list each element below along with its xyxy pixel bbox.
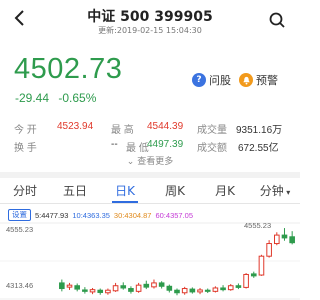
candle-body xyxy=(197,289,203,293)
candle-body xyxy=(266,243,272,257)
tab-five-day[interactable]: 五日 xyxy=(50,178,100,203)
top-bar: 中证 500 399905 更新:2019-02-15 15:04:30 xyxy=(0,0,300,44)
tab-intraday[interactable]: 分时 xyxy=(0,178,50,203)
change-value: -29.44 xyxy=(15,91,50,105)
low-label: 最 低 xyxy=(126,143,149,154)
ma10-value: 10:4363.35 xyxy=(72,210,110,220)
candle-body xyxy=(128,288,134,292)
turnover-label: 换 手 xyxy=(14,143,37,154)
candle-body xyxy=(274,234,280,245)
quote-stats: 今 开 4523.94 最 高 4544.39 成交量 9351.16万 换 手… xyxy=(14,121,300,157)
amount-value: 672.55亿 xyxy=(238,143,279,154)
amount-label: 成交额 xyxy=(197,143,227,154)
question-icon: ? xyxy=(192,73,206,87)
candle-body xyxy=(289,236,295,244)
candle-body xyxy=(105,289,111,294)
high-label: 最 高 xyxy=(111,125,134,136)
candle-body xyxy=(158,282,165,287)
tab-monthly-k[interactable]: 月K xyxy=(200,178,250,203)
alert-button[interactable]: 预警 xyxy=(239,72,278,88)
open-label: 今 开 xyxy=(14,125,37,136)
max-marker-label: 4555.23 xyxy=(244,222,271,230)
ask-stock-button[interactable]: ? 问股 xyxy=(192,72,231,88)
ask-stock-label: 问股 xyxy=(209,74,231,87)
ma30-value: 30:4304.87 xyxy=(113,210,152,220)
candle-body xyxy=(258,255,265,276)
volume-label: 成交量 xyxy=(197,125,227,136)
view-more-label: 查看更多 xyxy=(137,157,174,167)
candle-body xyxy=(281,234,288,239)
candle-body xyxy=(74,285,80,290)
candle-body xyxy=(120,285,127,289)
tab-minute[interactable]: 分钟 ▾ xyxy=(250,178,300,203)
candle-body xyxy=(212,287,219,292)
candle-body xyxy=(181,288,188,294)
candle-body xyxy=(250,273,257,277)
ma60-value: 60:4357.05 xyxy=(155,210,194,220)
candlestick-chart[interactable]: 4555.23 4313.46 4555.23 xyxy=(0,222,300,300)
view-more-link[interactable]: ⌄ 查看更多 xyxy=(0,154,300,167)
candle-body xyxy=(143,283,150,288)
candle-body xyxy=(204,289,211,292)
candle-body xyxy=(151,282,157,288)
candle-body xyxy=(189,288,196,293)
candle-body xyxy=(89,289,96,293)
candle-body xyxy=(174,289,180,294)
moving-average-bar: 设置 5:4477.93 10:4363.35 30:4304.87 60:43… xyxy=(8,209,193,221)
candle-body xyxy=(97,289,104,293)
chevron-down-icon: ⌄ xyxy=(126,157,138,167)
settings-button[interactable]: 设置 xyxy=(8,209,31,221)
candle-body xyxy=(227,285,234,291)
candles-group xyxy=(59,228,295,296)
alert-label: 预警 xyxy=(256,74,278,87)
ma5-value: 5:4477.93 xyxy=(35,210,69,220)
tab-minute-label: 分钟 xyxy=(259,184,284,198)
y-axis-bottom-label: 4313.46 xyxy=(6,281,33,290)
candle-body xyxy=(220,287,226,291)
page-title: 中证 500 399905 xyxy=(87,9,213,25)
change-percent: -0.65% xyxy=(58,91,97,105)
chart-period-tabs: 分时 五日 日K 周K 月K 分钟 ▾ xyxy=(0,178,300,204)
candle-body xyxy=(235,285,242,288)
candle-body xyxy=(112,285,119,292)
dropdown-caret-icon: ▾ xyxy=(283,188,291,197)
update-time: 更新:2019-02-15 15:04:30 xyxy=(98,26,202,35)
turnover-value: -- xyxy=(111,139,118,150)
quick-actions: ? 问股 预警 xyxy=(192,72,282,88)
stats-row-1: 今 开 4523.94 最 高 4544.39 成交量 9351.16万 xyxy=(14,121,300,139)
low-value: 4497.39 xyxy=(147,139,184,150)
bell-icon xyxy=(239,73,253,87)
candle-body xyxy=(135,284,142,292)
tab-daily-k[interactable]: 日K xyxy=(100,178,150,203)
candle-body xyxy=(166,285,173,291)
candle-body xyxy=(82,289,88,292)
volume-value: 9351.16万 xyxy=(236,125,283,136)
search-icon[interactable] xyxy=(268,11,286,29)
current-price: 4502.73 xyxy=(14,53,123,85)
price-change: -29.44 -0.65% xyxy=(15,91,102,105)
high-value: 4544.39 xyxy=(147,121,184,132)
tab-weekly-k[interactable]: 周K xyxy=(150,178,200,203)
y-axis-top-label: 4555.23 xyxy=(6,225,33,234)
candle-body xyxy=(59,282,65,290)
candle-body xyxy=(243,273,249,288)
candle-body xyxy=(66,284,73,288)
open-value: 4523.94 xyxy=(57,121,94,132)
